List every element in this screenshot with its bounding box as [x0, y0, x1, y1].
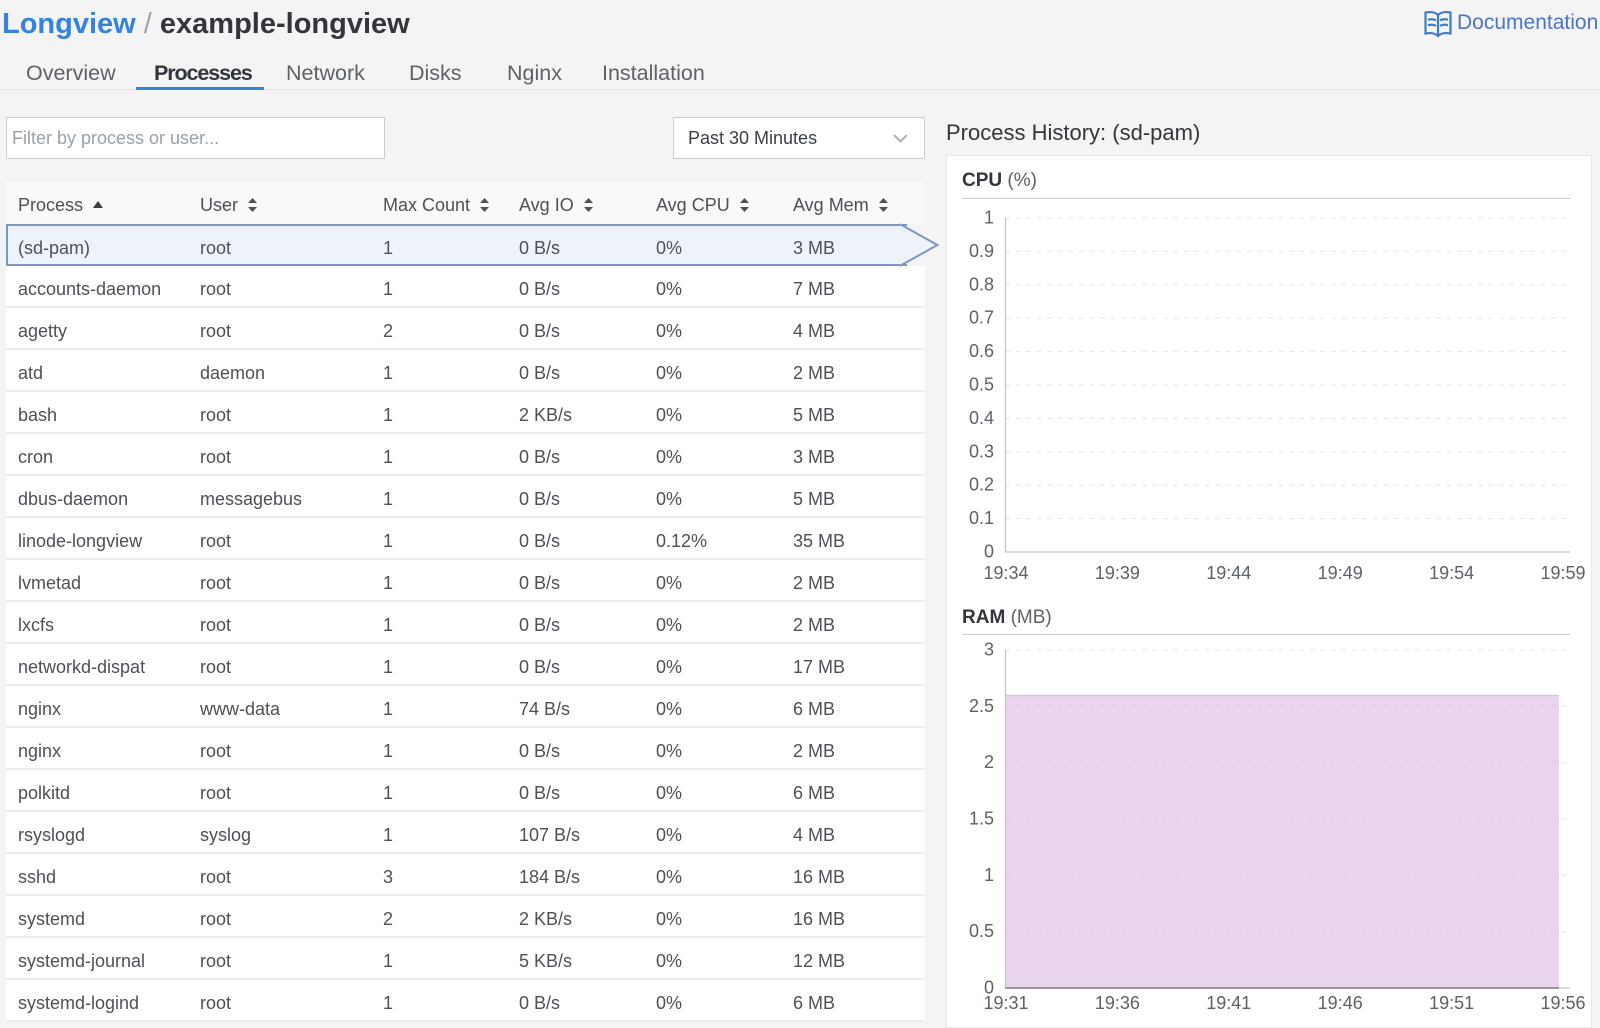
svg-text:0.8: 0.8 [969, 274, 994, 294]
svg-text:1: 1 [984, 865, 994, 885]
svg-text:1.5: 1.5 [969, 809, 994, 829]
svg-text:0.6: 0.6 [969, 341, 994, 361]
svg-text:0.7: 0.7 [969, 308, 994, 328]
svg-text:19:54: 19:54 [1429, 563, 1474, 583]
svg-text:CPU (%): CPU (%) [962, 170, 1037, 191]
svg-text:19:59: 19:59 [1540, 563, 1585, 583]
svg-text:0.9: 0.9 [969, 241, 994, 261]
svg-text:2: 2 [984, 752, 994, 772]
svg-text:19:39: 19:39 [1095, 563, 1140, 583]
svg-text:0.4: 0.4 [969, 408, 994, 428]
svg-text:3: 3 [984, 640, 994, 660]
svg-text:19:34: 19:34 [983, 563, 1028, 583]
svg-text:0.2: 0.2 [969, 475, 994, 495]
svg-text:0.1: 0.1 [969, 508, 994, 528]
svg-text:0.3: 0.3 [969, 441, 994, 461]
svg-text:0: 0 [984, 542, 994, 562]
svg-text:19:56: 19:56 [1540, 993, 1585, 1013]
svg-text:2.5: 2.5 [969, 696, 994, 716]
svg-text:0.5: 0.5 [969, 375, 994, 395]
svg-text:19:46: 19:46 [1318, 993, 1363, 1013]
svg-text:19:44: 19:44 [1206, 563, 1251, 583]
svg-text:0.5: 0.5 [969, 921, 994, 941]
svg-text:19:36: 19:36 [1095, 993, 1140, 1013]
svg-text:1: 1 [984, 208, 994, 228]
svg-text:19:51: 19:51 [1429, 993, 1474, 1013]
svg-text:19:41: 19:41 [1206, 993, 1251, 1013]
svg-text:RAM (MB): RAM (MB) [962, 607, 1052, 628]
svg-text:19:31: 19:31 [983, 993, 1028, 1013]
svg-text:19:49: 19:49 [1318, 563, 1363, 583]
